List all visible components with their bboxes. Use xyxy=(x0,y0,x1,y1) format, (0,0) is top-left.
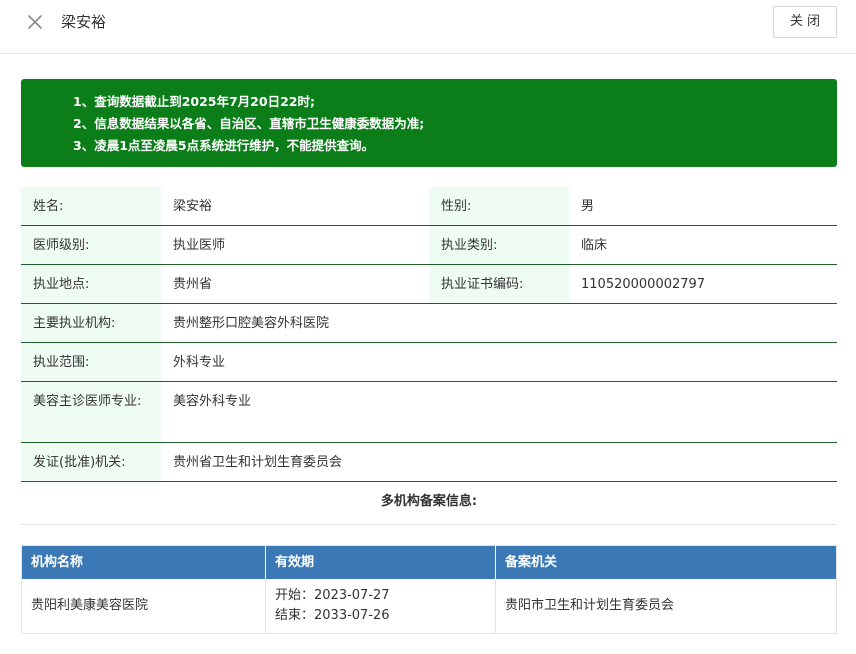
scope-value: 外科专业 xyxy=(173,355,226,370)
location-value: 贵州省 xyxy=(173,277,213,292)
doctor-info-table: 姓名: 梁安裕 性别: 男 医师级别: 执业医师 执业类别: 临床 执业地点: … xyxy=(21,187,837,482)
level-label: 医师级别: xyxy=(21,226,161,264)
cert-label: 执业证书编码: xyxy=(429,265,569,303)
notice-banner: 1、查询数据截止到2025年7月20日22时; 2、信息数据结果以各省、自治区、… xyxy=(21,79,837,167)
name-value: 梁安裕 xyxy=(173,199,213,214)
issuer-value: 贵州省卫生和计划生育委员会 xyxy=(173,455,343,470)
multi-org-table: 机构名称 有效期 备案机关 贵阳利美康美容医院 开始：2023-07-27 结束… xyxy=(21,545,837,634)
org-label: 主要执业机构: xyxy=(21,304,161,342)
close-button[interactable]: 关闭 xyxy=(773,6,837,38)
category-value: 临床 xyxy=(581,238,608,253)
multi-org-title: 多机构备案信息: xyxy=(21,482,837,525)
info-row: 主要执业机构: 贵州整形口腔美容外科医院 xyxy=(21,304,837,343)
name-label: 姓名: xyxy=(21,187,161,225)
category-label: 执业类别: xyxy=(429,226,569,264)
info-row: 执业地点: 贵州省 执业证书编码: 110520000002797 xyxy=(21,265,837,304)
level-value: 执业医师 xyxy=(173,238,226,253)
info-row: 医师级别: 执业医师 执业类别: 临床 xyxy=(21,226,837,265)
table-row: 贵阳利美康美容医院 开始：2023-07-27 结束：2033-07-26 贵阳… xyxy=(22,579,836,633)
gender-value: 男 xyxy=(581,199,595,214)
info-row: 美容主诊医师专业: 美容外科专业 xyxy=(21,382,837,443)
authority-cell: 贵阳市卫生和计划生育委员会 xyxy=(505,598,675,613)
org-value: 贵州整形口腔美容外科医院 xyxy=(173,316,330,331)
validity-cell: 开始：2023-07-27 结束：2033-07-26 xyxy=(266,579,496,633)
info-row: 姓名: 梁安裕 性别: 男 xyxy=(21,187,837,226)
org-name-cell: 贵阳利美康美容医院 xyxy=(22,579,266,633)
notice-line: 3、凌晨1点至凌晨5点系统进行维护，不能提供查询。 xyxy=(73,138,375,153)
validity-start: 开始：2023-07-27 xyxy=(275,588,390,603)
column-header-org: 机构名称 xyxy=(22,546,266,579)
cosmetic-label: 美容主诊医师专业: xyxy=(21,382,161,442)
cosmetic-value: 美容外科专业 xyxy=(173,394,252,409)
dialog-header: 梁安裕 关闭 xyxy=(0,0,856,54)
dialog-title: 梁安裕 xyxy=(61,13,107,31)
info-row: 发证(批准)机关: 贵州省卫生和计划生育委员会 xyxy=(21,443,837,482)
column-header-authority: 备案机关 xyxy=(505,555,558,570)
validity-end: 结束：2033-07-26 xyxy=(275,608,390,623)
scope-label: 执业范围: xyxy=(21,343,161,381)
notice-line: 2、信息数据结果以各省、自治区、直辖市卫生健康委数据为准; xyxy=(73,116,425,131)
info-row: 执业范围: 外科专业 xyxy=(21,343,837,382)
cert-value: 110520000002797 xyxy=(581,277,706,292)
close-icon[interactable] xyxy=(24,11,46,33)
column-header-validity: 有效期 xyxy=(266,546,496,579)
issuer-label: 发证(批准)机关: xyxy=(21,443,161,481)
location-label: 执业地点: xyxy=(21,265,161,303)
table-header: 机构名称 有效期 备案机关 xyxy=(22,546,836,579)
gender-label: 性别: xyxy=(429,187,569,225)
notice-line: 1、查询数据截止到2025年7月20日22时; xyxy=(73,94,315,109)
